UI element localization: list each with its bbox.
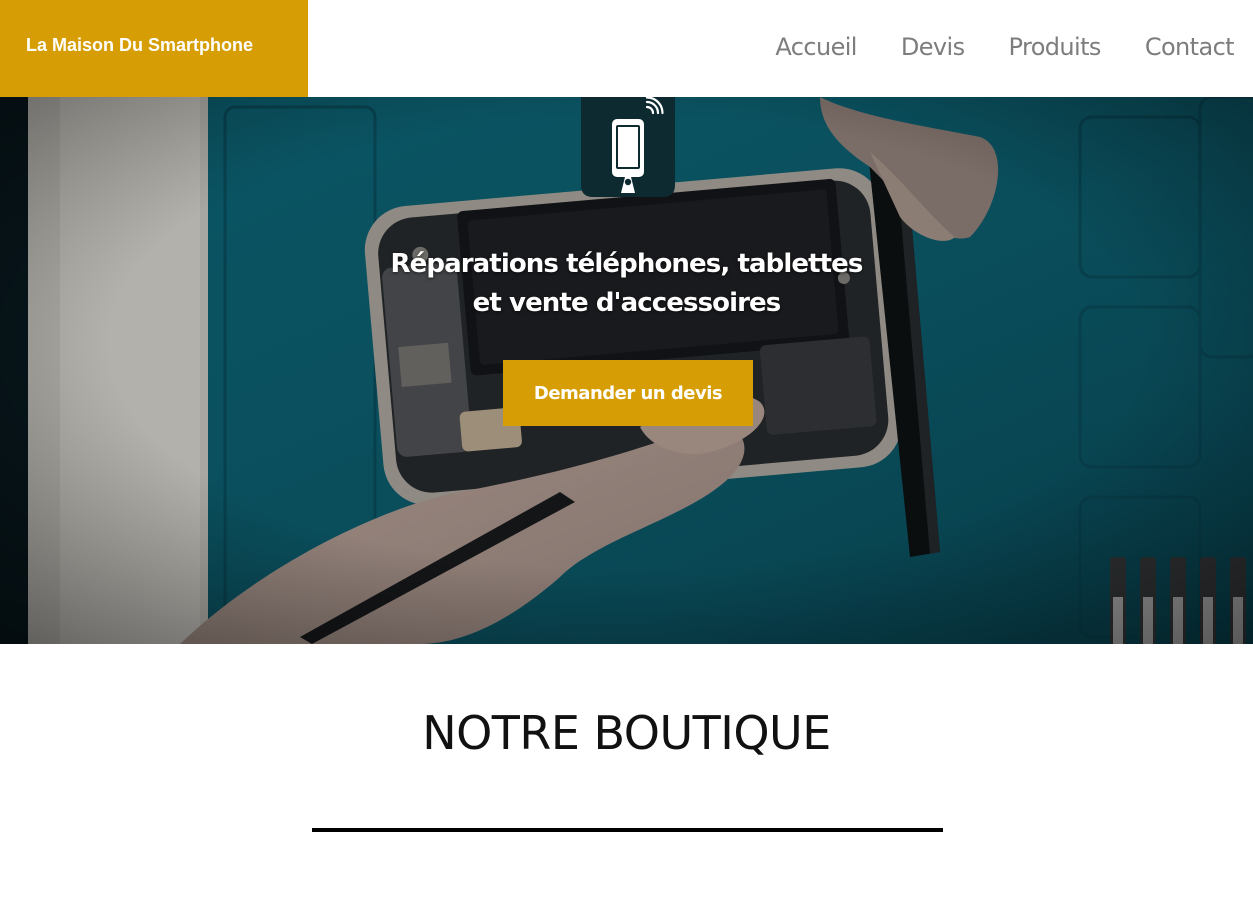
hero-title: Réparations téléphones, tablettes et ven… (0, 245, 1253, 323)
nav-link-accueil[interactable]: Accueil (775, 33, 857, 61)
nav-link-devis[interactable]: Devis (901, 33, 965, 61)
nav-link-produits[interactable]: Produits (1009, 33, 1102, 61)
section-title: NOTRE BOUTIQUE (422, 706, 831, 760)
request-quote-button[interactable]: Demander un devis (503, 360, 753, 426)
nav-link-contact[interactable]: Contact (1145, 33, 1235, 61)
brand-logo-link[interactable]: La Maison Du Smartphone (0, 0, 308, 97)
hero-title-line-2: et vente d'accessoires (472, 288, 782, 318)
smartphone-wifi-icon (581, 97, 675, 197)
hero-banner: Réparations téléphones, tablettes et ven… (0, 97, 1253, 644)
main-nav: Accueil Devis Produits Contact (775, 0, 1234, 97)
section-divider (312, 828, 943, 832)
site-header: La Maison Du Smartphone Accueil Devis Pr… (0, 0, 1253, 97)
hero-title-line-1: Réparations téléphones, tablettes (390, 249, 864, 279)
